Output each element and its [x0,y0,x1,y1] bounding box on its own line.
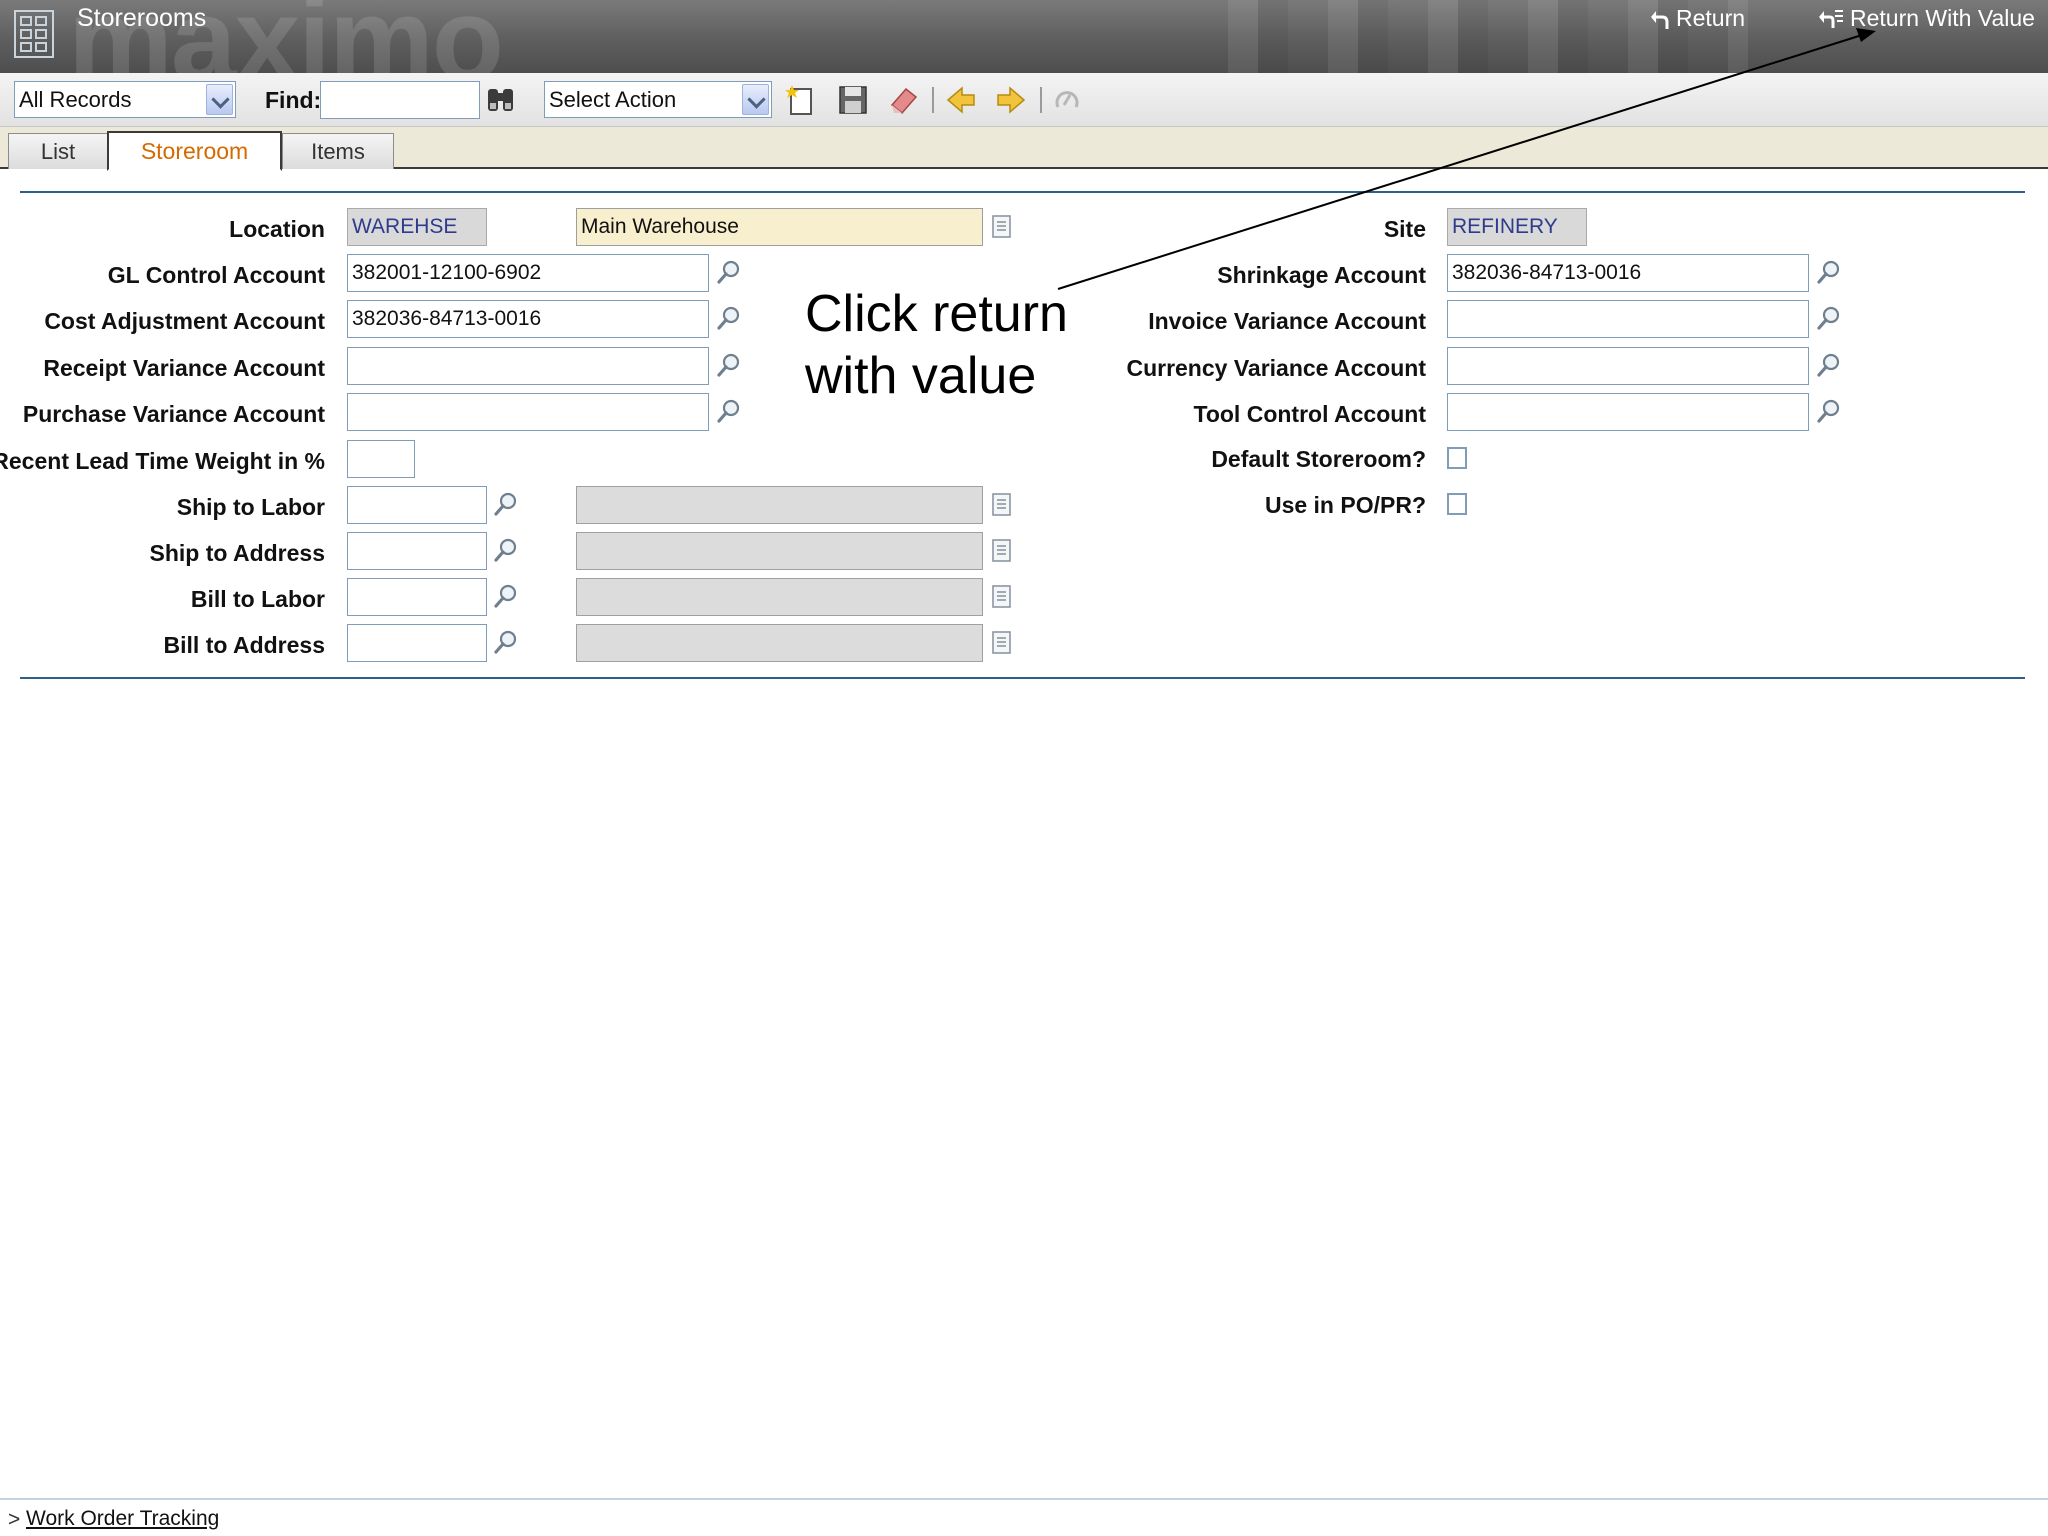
long-description-icon[interactable] [991,584,1013,610]
tab-bar: List Storeroom Items [0,127,2048,171]
app-title: Storerooms [77,4,207,32]
tab-storeroom[interactable]: Storeroom [107,131,282,171]
query-select-value: All Records [19,87,132,112]
gl-lookup-icon[interactable] [716,305,742,331]
bill-to-address-description [576,624,983,662]
lookup-icon[interactable] [493,583,519,609]
site-field[interactable]: REFINERY [1447,208,1587,246]
gl-lookup-icon[interactable] [716,398,742,424]
chevron-right-icon: > [8,1508,21,1531]
return-arrow-icon [1651,10,1669,29]
receipt-variance-label: Receipt Variance Account [43,355,325,381]
use-in-popr-label: Use in PO/PR? [1264,492,1426,518]
tab-items[interactable]: Items [282,133,394,169]
lookup-icon[interactable] [493,491,519,517]
save-icon[interactable] [836,83,870,117]
gl-control-label: GL Control Account [107,262,325,288]
callout-line-1: Click return [805,285,1068,343]
bill-to-address-label: Bill to Address [163,632,325,658]
callout-annotation: Click return with value [805,283,1068,407]
location-description-field[interactable]: Main Warehouse [576,208,983,246]
lead-time-weight-label: Recent Lead Time Weight in % [0,448,325,474]
gl-lookup-icon[interactable] [1816,259,1842,285]
cost-adjustment-field[interactable]: 382036-84713-0016 [347,300,709,338]
storeroom-app-icon [14,10,54,58]
return-with-value-label: Return With Value [1850,5,2035,31]
app-header: maximo Storerooms Return Return With Val… [0,0,2048,73]
tool-control-label: Tool Control Account [1193,401,1426,427]
previous-record-icon[interactable] [944,83,978,117]
site-label: Site [1383,216,1426,242]
lookup-icon[interactable] [493,537,519,563]
return-link[interactable]: Return [1650,5,1745,32]
ship-to-address-field[interactable] [347,532,487,570]
gl-lookup-icon[interactable] [1816,398,1842,424]
ship-to-address-label: Ship to Address [149,540,326,566]
gl-lookup-icon[interactable] [716,352,742,378]
tool-control-field[interactable] [1447,393,1809,431]
invoice-variance-field[interactable] [1447,300,1809,338]
cost-adjustment-label: Cost Adjustment Account [44,308,325,334]
toolbar-separator [932,87,934,113]
lead-time-weight-field[interactable] [347,440,415,478]
lookup-icon[interactable] [493,629,519,655]
gl-lookup-icon[interactable] [716,259,742,285]
long-description-icon[interactable] [991,214,1013,240]
return-with-value-link[interactable]: Return With Value [1818,5,2035,32]
receipt-variance-field[interactable] [347,347,709,385]
section-divider [20,191,2025,193]
location-field[interactable]: WAREHSE [347,208,487,246]
footer-breadcrumb: > Work Order Tracking [0,1498,2048,1536]
ship-to-labor-description [576,486,983,524]
tab-storeroom-label: Storeroom [140,138,249,164]
toolbar: All Records Find: Select Action [0,73,2048,127]
find-label: Find: [265,87,322,113]
location-label: Location [229,216,325,242]
gl-lookup-icon[interactable] [1816,305,1842,331]
toolbar-separator [1040,87,1042,113]
callout-line-2: with value [805,347,1037,405]
chevron-down-icon[interactable] [206,84,233,115]
use-in-popr-checkbox[interactable] [1447,493,1467,515]
ship-to-labor-label: Ship to Labor [176,494,325,520]
bill-to-labor-description [576,578,983,616]
currency-variance-field[interactable] [1447,347,1809,385]
select-action-value: Select Action [549,87,677,112]
purchase-variance-label: Purchase Variance Account [22,401,325,427]
query-select[interactable]: All Records [14,81,236,118]
long-description-icon[interactable] [991,538,1013,564]
gl-control-field[interactable]: 382001-12100-6902 [347,254,709,292]
find-input[interactable] [320,81,480,119]
purchase-variance-field[interactable] [347,393,709,431]
chevron-down-icon[interactable] [742,84,769,115]
return-label: Return [1676,5,1746,31]
binoculars-icon[interactable] [484,83,518,117]
ship-to-labor-field[interactable] [347,486,487,524]
new-record-icon[interactable] [784,83,818,117]
gl-lookup-icon[interactable] [1816,352,1842,378]
select-action-dropdown[interactable]: Select Action [544,81,772,118]
next-record-icon[interactable] [994,83,1028,117]
shrinkage-field[interactable]: 382036-84713-0016 [1447,254,1809,292]
bill-to-address-field[interactable] [347,624,487,662]
bill-to-labor-label: Bill to Labor [190,586,325,612]
default-storeroom-label: Default Storeroom? [1211,446,1426,472]
tab-list[interactable]: List [8,133,108,169]
invoice-variance-label: Invoice Variance Account [1148,308,1426,334]
bill-to-labor-field[interactable] [347,578,487,616]
tab-items-label: Items [311,139,365,164]
return-with-value-icon [1819,9,1843,28]
clear-changes-icon[interactable] [886,83,920,117]
long-description-icon[interactable] [991,630,1013,656]
default-storeroom-checkbox[interactable] [1447,447,1467,469]
bulletin-board-icon[interactable] [1050,83,1084,117]
tab-list-label: List [40,139,76,164]
shrinkage-label: Shrinkage Account [1217,262,1426,288]
section-divider [20,677,2025,679]
currency-variance-label: Currency Variance Account [1126,355,1426,381]
ship-to-address-description [576,532,983,570]
work-order-tracking-link[interactable]: Work Order Tracking [26,1507,219,1531]
long-description-icon[interactable] [991,492,1013,518]
